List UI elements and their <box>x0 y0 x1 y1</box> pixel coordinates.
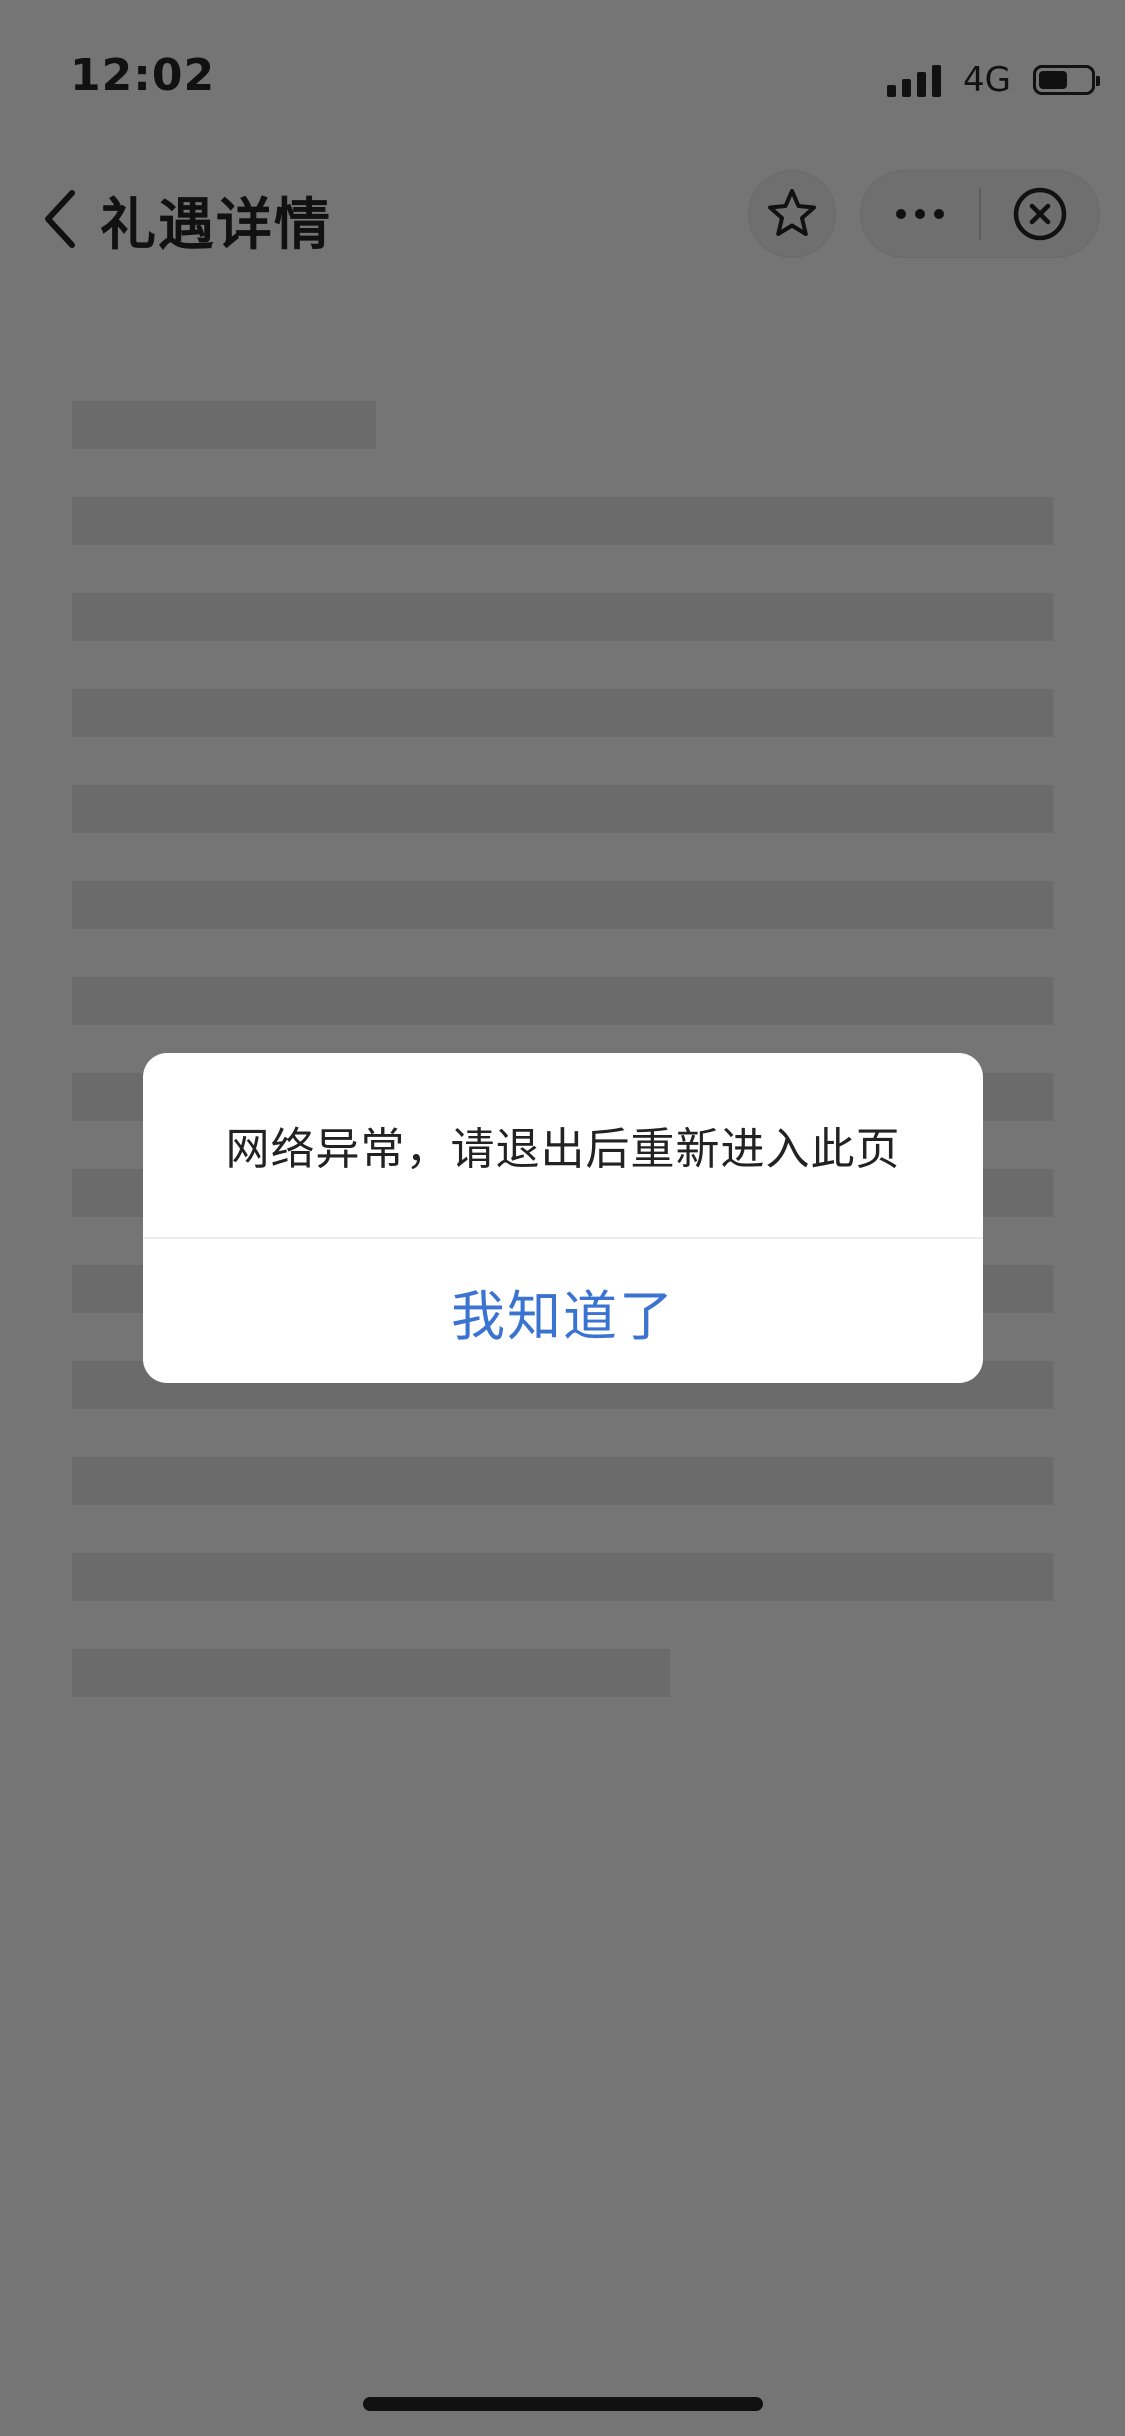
dialog-message: 网络异常，请退出后重新进入此页 <box>225 1124 901 1175</box>
battery-icon <box>1033 65 1100 95</box>
more-button[interactable] <box>861 171 979 257</box>
star-icon <box>768 189 816 236</box>
close-circle-icon <box>1013 187 1067 241</box>
more-icon-dot <box>934 209 944 219</box>
more-icon-dot <box>915 209 925 219</box>
skeleton-line <box>72 497 1053 545</box>
nav-bar: 礼遇详情 <box>0 160 1125 270</box>
skeleton-line <box>72 689 1053 737</box>
alert-dialog: 网络异常，请退出后重新进入此页 我知道了 <box>143 1053 983 1383</box>
favorite-button[interactable] <box>748 170 836 258</box>
skeleton-line <box>72 593 1053 641</box>
close-button[interactable] <box>981 171 1099 257</box>
battery-level <box>1039 71 1067 89</box>
skeleton-line <box>72 401 376 449</box>
back-button[interactable] <box>40 184 100 254</box>
skeleton-line <box>72 785 1053 833</box>
network-type: 4G <box>963 60 1011 100</box>
signal-icon <box>887 63 942 97</box>
mini-program-capsule <box>860 170 1100 258</box>
skeleton-line <box>72 977 1053 1025</box>
home-indicator[interactable] <box>363 2397 763 2411</box>
status-indicators: 4G <box>887 60 1100 100</box>
skeleton-line <box>72 1457 1053 1505</box>
skeleton-line <box>72 881 1053 929</box>
status-time: 12:02 <box>70 50 216 101</box>
page-title: 礼遇详情 <box>100 193 332 258</box>
confirm-button[interactable]: 我知道了 <box>143 1239 983 1383</box>
skeleton-line <box>72 1649 670 1697</box>
more-icon-dot <box>896 209 906 219</box>
status-bar: 12:02 4G <box>0 0 1125 160</box>
chevron-left-icon <box>45 190 75 248</box>
skeleton-line <box>72 1553 1053 1601</box>
